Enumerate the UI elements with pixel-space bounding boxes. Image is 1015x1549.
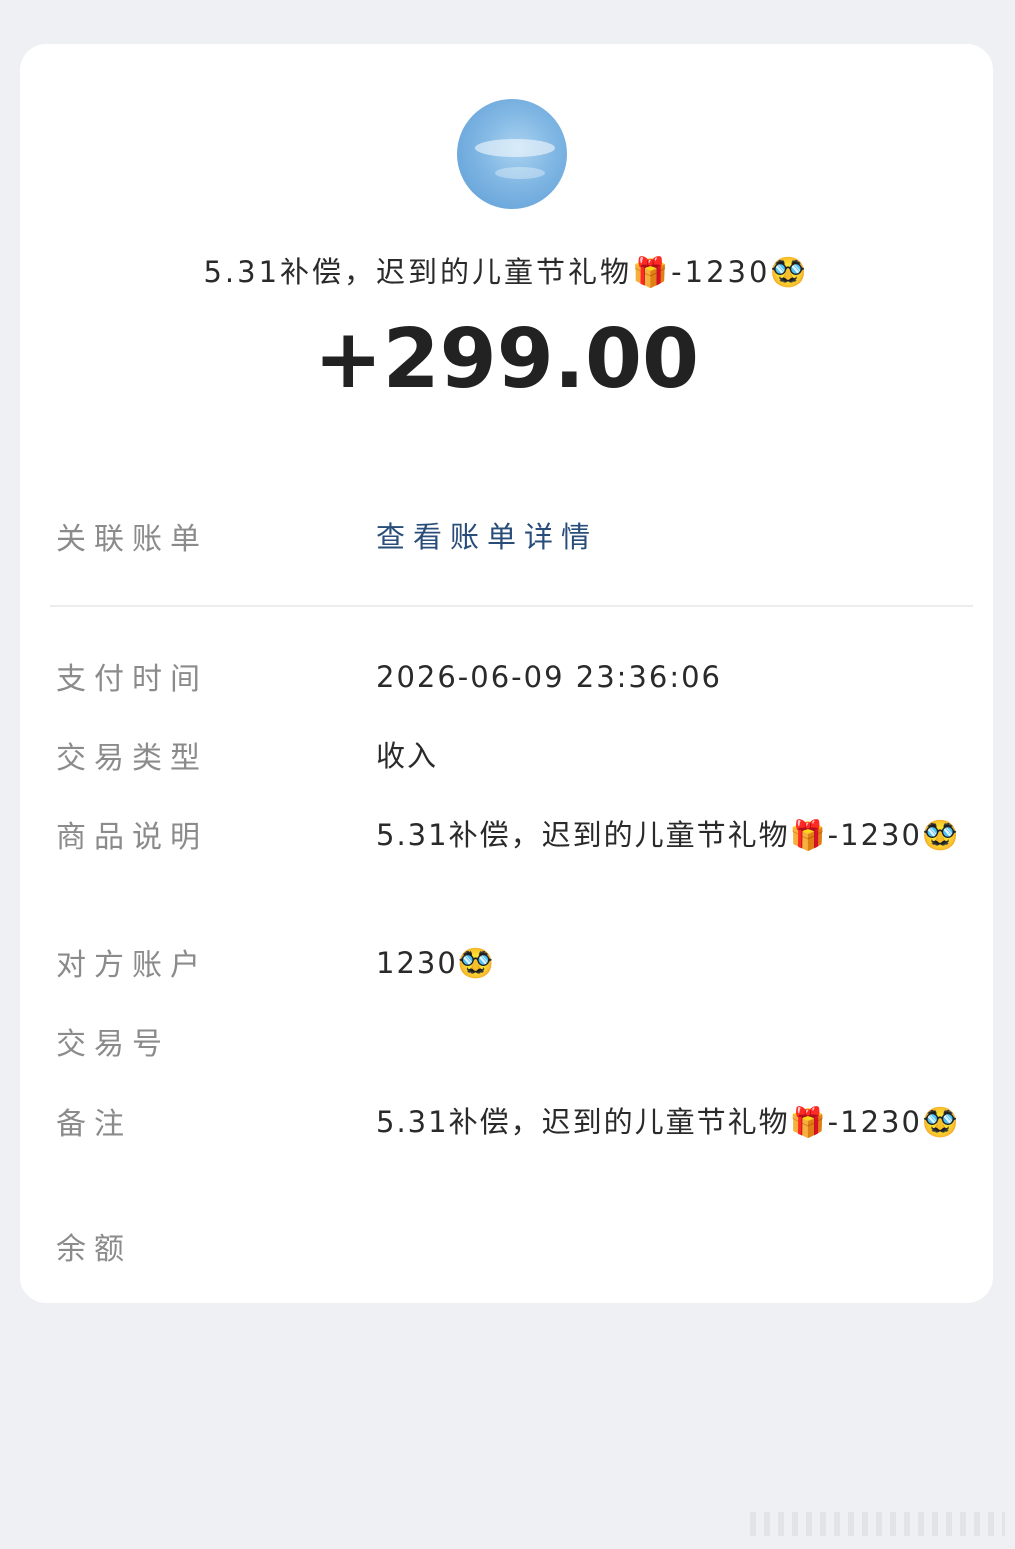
linked-bill-label: 关联账单 xyxy=(56,522,208,557)
detail-label: 商品说明 xyxy=(56,820,208,855)
detail-value: 2026-06-09 23:36:06 xyxy=(376,660,722,694)
detail-label: 交易号 xyxy=(56,1027,170,1062)
view-bill-details-link[interactable]: 查看账单详情 xyxy=(376,514,976,560)
avatar[interactable] xyxy=(457,99,567,209)
watermark xyxy=(750,1512,1005,1536)
detail-value: 1230🥸 xyxy=(376,946,496,980)
detail-value: 收入 xyxy=(376,739,439,773)
transaction-card: 5.31补偿，迟到的儿童节礼物🎁-1230🥸 +299.00 关联账单 查看账单… xyxy=(20,44,993,1303)
detail-label: 支付时间 xyxy=(56,662,208,697)
detail-value: 5.31补偿，迟到的儿童节礼物🎁-1230🥸 xyxy=(376,818,961,852)
detail-label: 对方账户 xyxy=(56,948,208,983)
detail-label: 备注 xyxy=(56,1107,132,1142)
divider xyxy=(50,605,973,607)
detail-label: 交易类型 xyxy=(56,741,208,776)
transaction-title: 5.31补偿，迟到的儿童节礼物🎁-1230🥸 xyxy=(203,255,810,289)
transaction-amount: +299.00 xyxy=(313,312,700,407)
detail-label: 余额 xyxy=(56,1232,132,1267)
avatar-cloud-small xyxy=(495,167,545,179)
avatar-cloud xyxy=(475,139,555,157)
detail-value: 5.31补偿，迟到的儿童节礼物🎁-1230🥸 xyxy=(376,1105,961,1139)
